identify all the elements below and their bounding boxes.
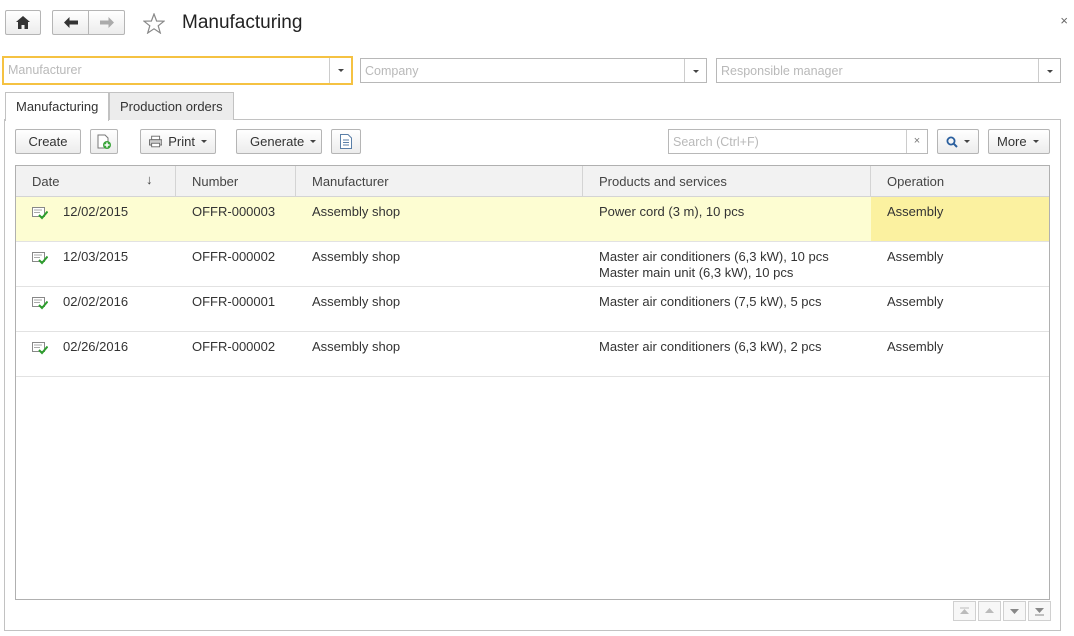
forward-button[interactable] bbox=[88, 10, 125, 35]
chevron-down-icon bbox=[1032, 140, 1039, 143]
back-button[interactable] bbox=[52, 10, 89, 35]
cell-date: 12/03/2015 bbox=[63, 249, 129, 264]
responsible-manager-dropdown-button[interactable] bbox=[1038, 59, 1060, 82]
cell-products: Master air conditioners (6,3 kW), 2 pcs bbox=[583, 332, 871, 376]
table-header: Date ↓ Number Manufacturer Products and … bbox=[16, 166, 1049, 197]
generate-button[interactable]: Generate bbox=[236, 129, 322, 154]
manufacturer-placeholder: Manufacturer bbox=[8, 63, 82, 77]
manufacturer-field[interactable]: Manufacturer bbox=[2, 56, 353, 85]
tab-production-orders[interactable]: Production orders bbox=[109, 92, 234, 120]
print-button[interactable]: Print bbox=[140, 129, 216, 154]
table-row[interactable]: 12/02/2015 OFFR-000003 Assembly shop Power … bbox=[16, 197, 1049, 242]
cell-date: 02/02/2016 bbox=[63, 294, 129, 309]
chevron-down-icon bbox=[964, 140, 970, 143]
company-dropdown-button[interactable] bbox=[684, 59, 706, 82]
more-button[interactable]: More bbox=[988, 129, 1050, 154]
cell-operation: Assembly bbox=[887, 339, 944, 354]
responsible-manager-field[interactable]: Responsible manager bbox=[716, 58, 1061, 83]
cell-number: OFFR-000003 bbox=[192, 204, 276, 219]
report-button[interactable] bbox=[331, 129, 361, 154]
chevron-down-icon bbox=[201, 140, 207, 143]
product-line: Master air conditioners (7,5 kW), 5 pcs bbox=[599, 294, 822, 309]
print-button-label: Print bbox=[168, 134, 195, 149]
copy-add-button[interactable] bbox=[90, 129, 118, 154]
product-line: Power cord (3 m), 10 pcs bbox=[599, 204, 745, 219]
generate-button-label: Generate bbox=[250, 134, 305, 149]
table-row[interactable]: 12/03/2015 OFFR-000002 Assembly shop Master… bbox=[16, 242, 1049, 287]
cell-operation: Assembly bbox=[887, 249, 944, 264]
cell-number: OFFR-000001 bbox=[192, 294, 276, 309]
column-header-manufacturer[interactable]: Manufacturer bbox=[296, 166, 583, 197]
company-field[interactable]: Company bbox=[360, 58, 707, 83]
cell-number: OFFR-000002 bbox=[192, 339, 276, 354]
product-line: Master air conditioners (6,3 kW), 10 pcs bbox=[599, 249, 829, 264]
chevron-down-icon bbox=[338, 69, 344, 72]
favorite-star-icon[interactable] bbox=[143, 13, 165, 34]
cell-manufacturer: Assembly shop bbox=[312, 204, 401, 219]
table-row[interactable]: 02/26/2016 OFFR-000002 Assembly shop Master… bbox=[16, 332, 1049, 377]
copy-add-icon bbox=[97, 134, 111, 149]
company-placeholder: Company bbox=[365, 64, 419, 78]
column-header-operation[interactable]: Operation bbox=[871, 166, 1049, 197]
column-header-products[interactable]: Products and services bbox=[583, 166, 871, 197]
more-button-label: More bbox=[997, 134, 1027, 149]
chevron-down-icon bbox=[693, 70, 699, 73]
printer-icon bbox=[149, 135, 163, 148]
search-placeholder: Search (Ctrl+F) bbox=[673, 135, 759, 149]
create-button-label: Create bbox=[28, 134, 68, 149]
forward-arrow-icon bbox=[99, 17, 114, 28]
scroll-page-up-button[interactable] bbox=[978, 601, 1001, 621]
back-arrow-icon bbox=[63, 17, 78, 28]
chevron-down-icon bbox=[310, 140, 317, 143]
page-title: Manufacturing bbox=[182, 12, 303, 33]
sort-descending-icon: ↓ bbox=[146, 172, 153, 187]
scroll-page-down-button[interactable] bbox=[1003, 601, 1026, 621]
responsible-manager-placeholder: Responsible manager bbox=[721, 64, 843, 78]
product-line: Master air conditioners (6,3 kW), 2 pcs bbox=[599, 339, 822, 354]
table-row[interactable]: 02/02/2016 OFFR-000001 Assembly shop Master… bbox=[16, 287, 1049, 332]
column-header-number[interactable]: Number bbox=[176, 166, 296, 197]
search-clear-button[interactable]: × bbox=[906, 130, 927, 153]
report-icon bbox=[340, 134, 352, 149]
scroll-top-icon bbox=[960, 607, 969, 614]
cell-number: OFFR-000002 bbox=[192, 249, 276, 264]
cell-products: Master air conditioners (6,3 kW), 10 pcs… bbox=[583, 242, 871, 286]
scroll-page-down-icon bbox=[1010, 609, 1019, 614]
cell-manufacturer: Assembly shop bbox=[312, 249, 401, 264]
home-button[interactable] bbox=[5, 10, 41, 35]
scroll-page-up-icon bbox=[985, 608, 994, 613]
documents-table[interactable]: Date ↓ Number Manufacturer Products and … bbox=[15, 165, 1050, 600]
cell-date: 12/02/2015 bbox=[63, 204, 129, 219]
product-line: Master main unit (6,3 kW), 10 pcs bbox=[599, 265, 794, 280]
cell-products: Master air conditioners (7,5 kW), 5 pcs bbox=[583, 287, 871, 331]
search-options-button[interactable] bbox=[937, 129, 979, 154]
manufacturer-dropdown-button[interactable] bbox=[329, 58, 351, 83]
cell-date: 02/26/2016 bbox=[63, 339, 129, 354]
close-icon[interactable]: × bbox=[1060, 13, 1068, 28]
scroll-top-button[interactable] bbox=[953, 601, 976, 621]
cell-operation: Assembly bbox=[871, 197, 1049, 241]
cell-manufacturer: Assembly shop bbox=[312, 294, 401, 309]
scroll-bottom-button[interactable] bbox=[1028, 601, 1051, 621]
chevron-down-icon bbox=[1047, 70, 1053, 73]
create-button[interactable]: Create bbox=[15, 129, 81, 154]
column-header-date[interactable]: Date ↓ bbox=[16, 166, 176, 197]
tab-manufacturing[interactable]: Manufacturing bbox=[5, 92, 109, 121]
search-icon bbox=[946, 136, 958, 148]
scroll-bottom-icon bbox=[1035, 608, 1044, 616]
cell-products: Power cord (3 m), 10 pcs bbox=[583, 197, 871, 241]
cell-manufacturer: Assembly shop bbox=[312, 339, 401, 354]
cell-operation: Assembly bbox=[887, 294, 944, 309]
home-icon bbox=[16, 16, 30, 29]
search-input[interactable]: Search (Ctrl+F) × bbox=[668, 129, 928, 154]
